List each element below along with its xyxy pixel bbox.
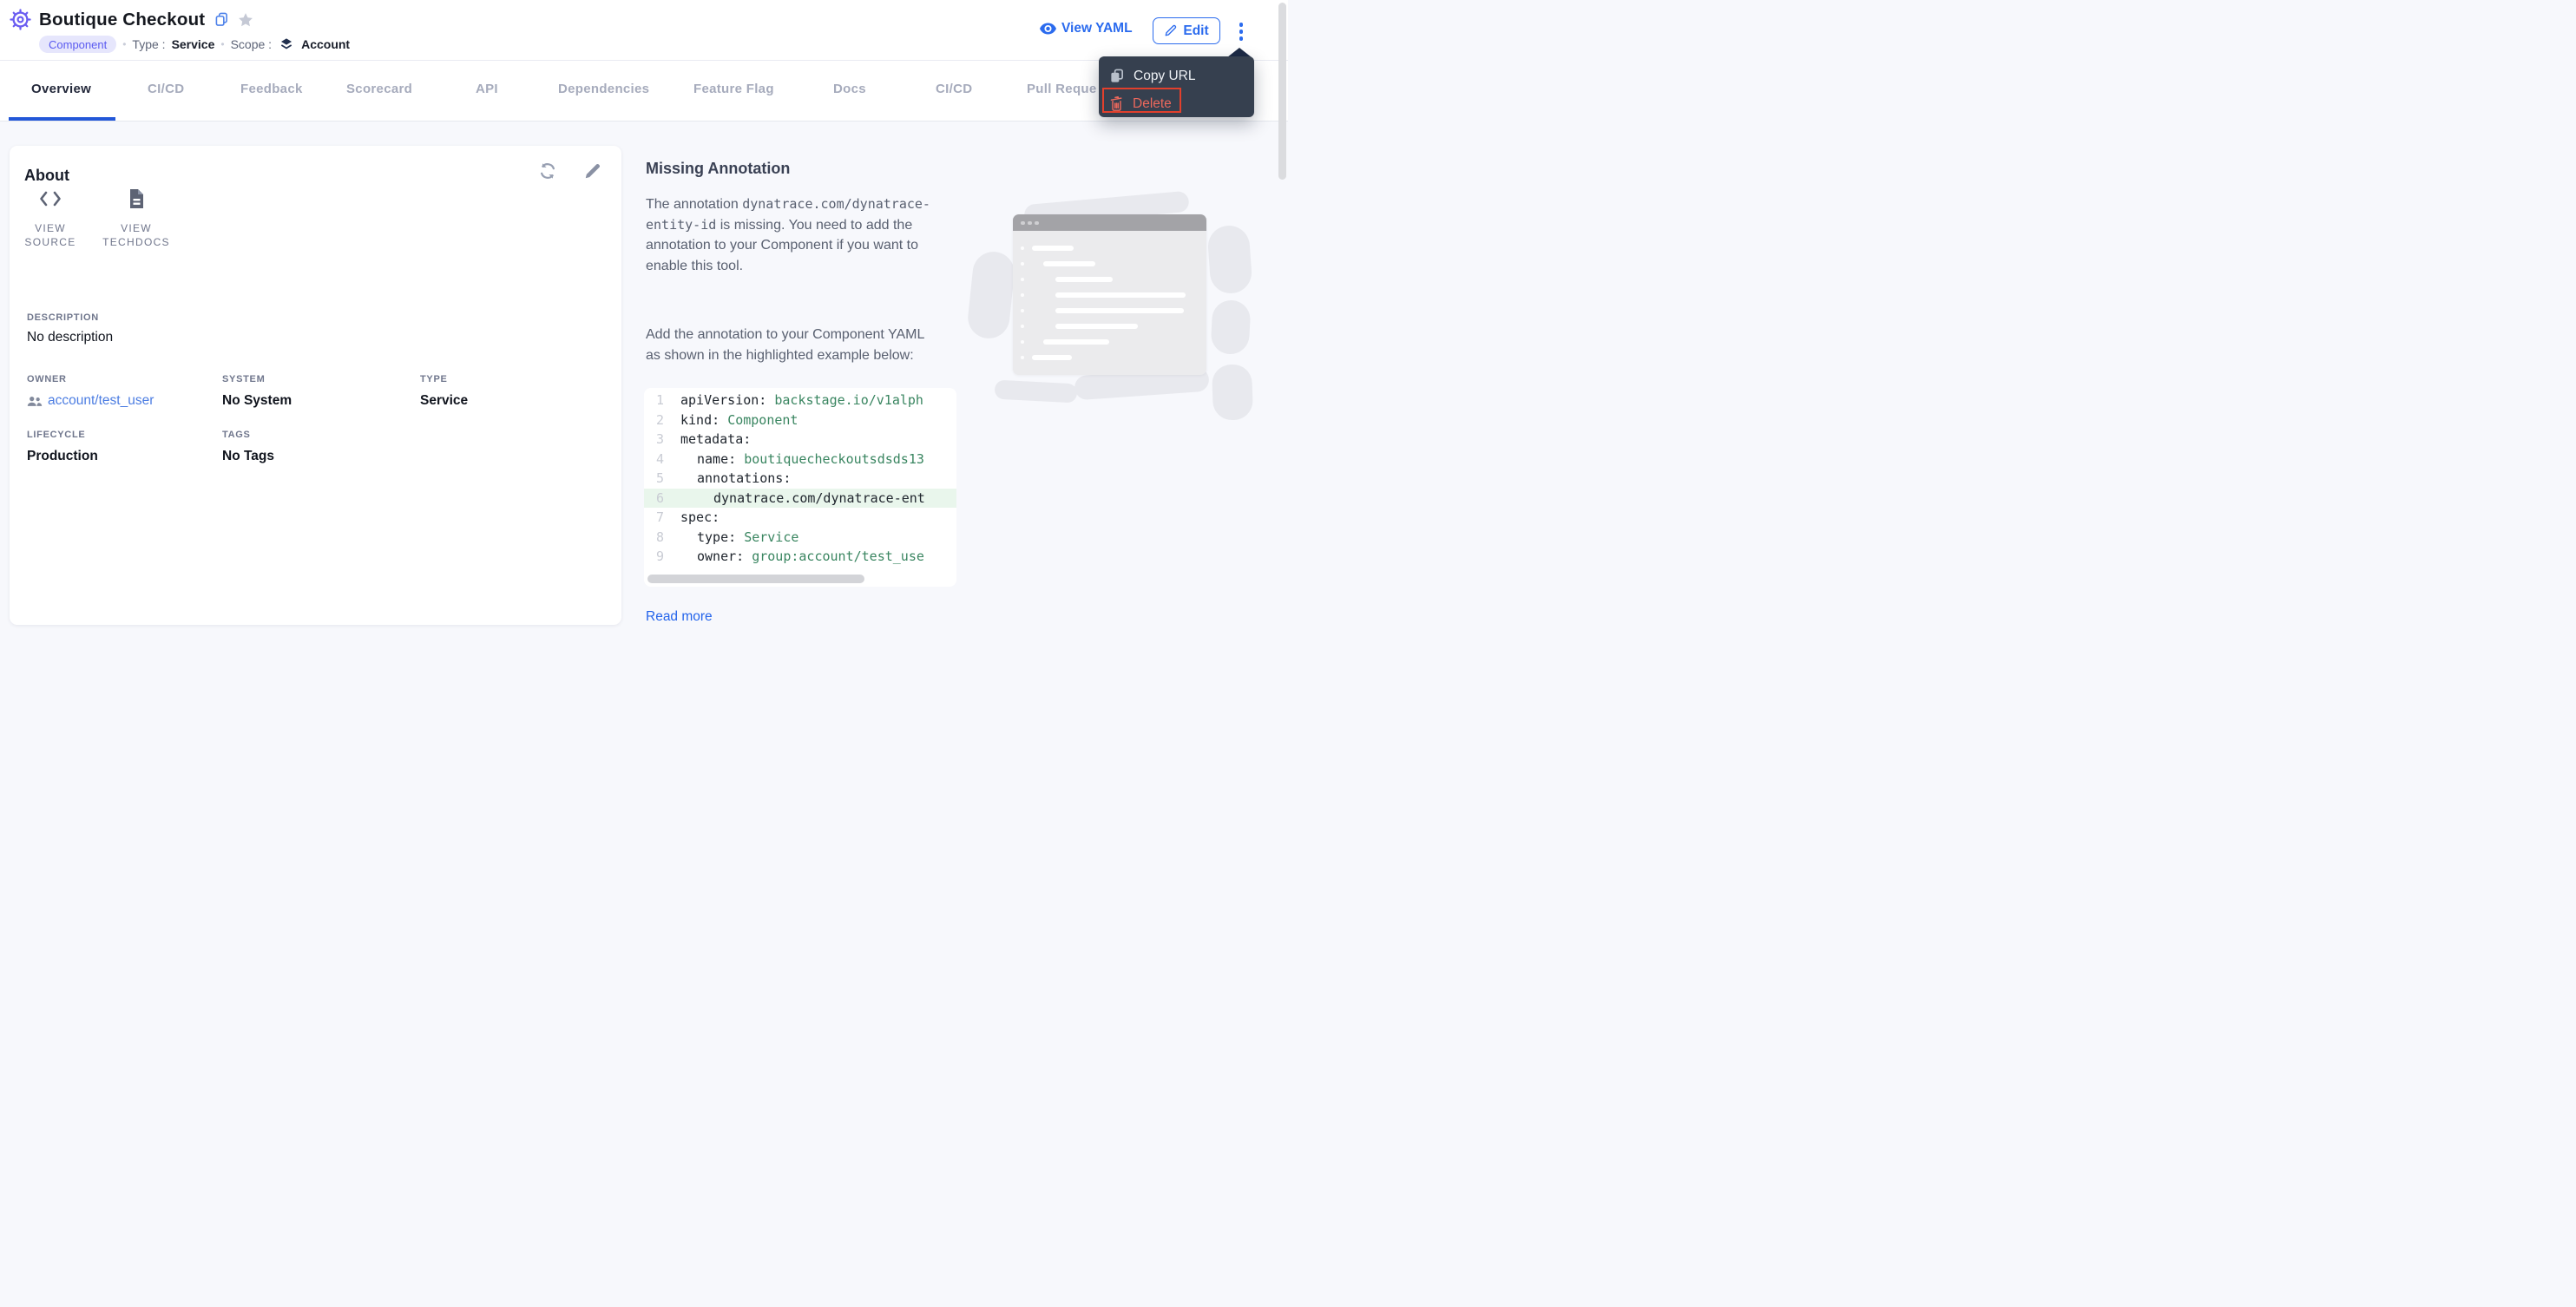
- missing-annotation-paragraph: The annotation dynatrace.com/dynatrace-e…: [646, 194, 939, 276]
- type-value: Service: [172, 37, 215, 51]
- tab-dependencies[interactable]: Dependencies: [558, 82, 649, 96]
- copy-name-icon[interactable]: [215, 12, 228, 27]
- decorative-blob: [966, 250, 1016, 340]
- tab-api[interactable]: API: [476, 82, 498, 96]
- scope-value: Account: [301, 37, 350, 51]
- view-techdocs-link[interactable]: VIEW TECHDOCS: [91, 187, 181, 249]
- scope-layers-icon: [279, 37, 293, 51]
- owner-label: OWNER: [27, 374, 67, 384]
- kind-badge: Component: [39, 36, 116, 53]
- owner-value: account/test_user: [48, 393, 154, 409]
- code-line: 4name: boutiquecheckoutsdsds13: [644, 450, 956, 470]
- favorite-star-icon[interactable]: [237, 11, 254, 29]
- code-line: 2kind: Component: [644, 410, 956, 430]
- eye-icon: [1040, 23, 1056, 35]
- entity-tab-bar: Overview CI/CD Feedback Scorecard API De…: [0, 61, 1288, 122]
- delete-label: Delete: [1133, 96, 1172, 112]
- active-tab-underline: [9, 117, 115, 121]
- decorative-blob: [1210, 299, 1251, 355]
- read-more-link[interactable]: Read more: [646, 609, 713, 625]
- copy-icon: [1110, 69, 1124, 83]
- more-options-kebab-menu[interactable]: [1235, 23, 1247, 43]
- entity-subtitle-row: Component • Type : Service • Scope : Acc…: [39, 36, 350, 53]
- type-field-value: Service: [420, 393, 468, 409]
- dot-separator: •: [122, 38, 126, 50]
- system-label: SYSTEM: [222, 374, 265, 384]
- tags-value: No Tags: [222, 449, 274, 464]
- copy-url-menu-item[interactable]: Copy URL: [1099, 63, 1254, 89]
- page-scrollbar-thumb[interactable]: [1278, 3, 1286, 180]
- page-title: Boutique Checkout: [39, 10, 205, 30]
- missing-annotation-title: Missing Annotation: [646, 160, 790, 178]
- yaml-code-lines: 1apiVersion: backstage.io/v1alph 2kind: …: [644, 388, 956, 567]
- code-line: 5annotations:: [644, 469, 956, 489]
- illustration-titlebar: [1013, 214, 1206, 231]
- tab-ci-cd[interactable]: CI/CD: [148, 82, 184, 96]
- tab-pull-requests[interactable]: Pull Reque: [1027, 82, 1097, 96]
- description-value: No description: [27, 330, 113, 345]
- code-line: 3metadata:: [644, 430, 956, 450]
- tab-ci-cd-2[interactable]: CI/CD: [936, 82, 972, 96]
- people-icon: [27, 396, 43, 407]
- type-field-label: TYPE: [420, 374, 448, 384]
- system-value: No System: [222, 393, 292, 409]
- delete-menu-item[interactable]: Delete: [1099, 91, 1254, 116]
- tab-feedback[interactable]: Feedback: [240, 82, 303, 96]
- code-horizontal-scrollbar[interactable]: [647, 575, 864, 583]
- decorative-blob: [1206, 224, 1252, 294]
- entity-title-row: Boutique Checkout: [9, 8, 254, 31]
- browser-window-illustration: [1013, 214, 1206, 375]
- edit-button[interactable]: Edit: [1153, 17, 1220, 44]
- yaml-code-block: 1apiVersion: backstage.io/v1alph 2kind: …: [644, 388, 956, 587]
- settings-gear-icon: [9, 8, 32, 31]
- scope-label: Scope :: [231, 37, 272, 51]
- code-line: 1apiVersion: backstage.io/v1alph: [644, 391, 956, 410]
- trash-icon: [1110, 96, 1123, 111]
- code-line: 9owner: group:account/test_use: [644, 547, 956, 567]
- tab-feature-flag[interactable]: Feature Flag: [693, 82, 774, 96]
- decorative-blob: [1212, 364, 1253, 421]
- decorative-blob: [994, 380, 1077, 404]
- code-line: 7spec:: [644, 508, 956, 528]
- owner-value-link[interactable]: account/test_user: [27, 393, 154, 409]
- document-icon: [125, 187, 148, 210]
- lifecycle-value: Production: [27, 449, 98, 464]
- edit-about-pencil-icon[interactable]: [583, 161, 602, 181]
- tab-overview[interactable]: Overview: [31, 82, 91, 96]
- content-area: About VIEW SOURCE: [0, 122, 1288, 654]
- tags-label: TAGS: [222, 430, 251, 440]
- description-label: DESCRIPTION: [27, 312, 99, 323]
- about-card-title: About: [24, 167, 69, 185]
- type-label: Type :: [132, 37, 165, 51]
- refresh-icon[interactable]: [538, 161, 557, 181]
- code-brackets-icon: [39, 187, 62, 210]
- tab-docs[interactable]: Docs: [833, 82, 866, 96]
- view-yaml-label: View YAML: [1061, 21, 1133, 36]
- context-menu: Copy URL Delete: [1099, 56, 1254, 117]
- view-source-label: VIEW SOURCE: [15, 221, 86, 249]
- annotation-instruction-paragraph: Add the annotation to your Component YAM…: [646, 325, 939, 365]
- page-header: Boutique Checkout Component • Type : Ser…: [0, 0, 1288, 61]
- copy-url-label: Copy URL: [1134, 69, 1196, 84]
- annotation-text-before: The annotation: [646, 197, 742, 212]
- lifecycle-label: LIFECYCLE: [27, 430, 85, 440]
- about-card: About VIEW SOURCE: [10, 146, 621, 625]
- edit-button-label: Edit: [1183, 23, 1208, 39]
- dot-separator: •: [220, 38, 224, 50]
- view-yaml-button[interactable]: View YAML: [1040, 21, 1133, 36]
- pencil-icon: [1164, 24, 1177, 37]
- view-techdocs-label: VIEW TECHDOCS: [91, 221, 181, 249]
- tab-scorecard[interactable]: Scorecard: [346, 82, 412, 96]
- view-source-link[interactable]: VIEW SOURCE: [15, 187, 86, 249]
- code-line: 8type: Service: [644, 528, 956, 548]
- code-line-highlighted: 6dynatrace.com/dynatrace-ent: [644, 489, 956, 509]
